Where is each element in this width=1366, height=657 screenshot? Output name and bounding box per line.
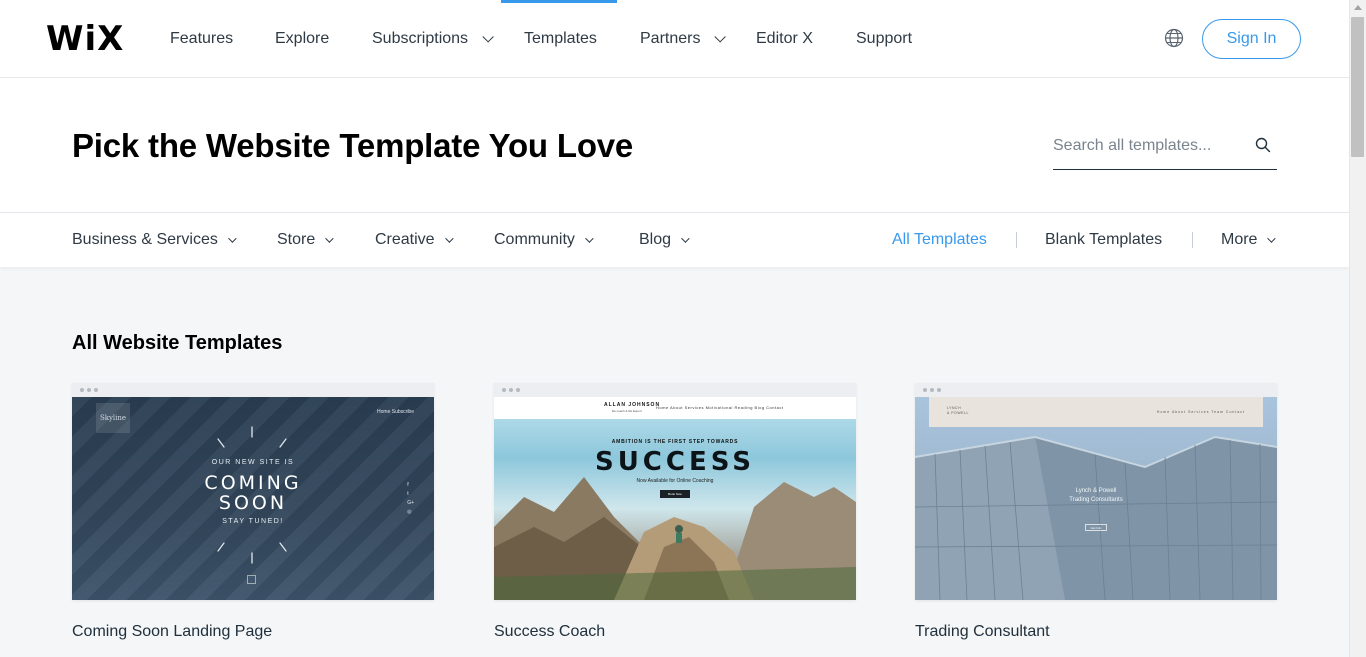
thumbnail-button: Get Info <box>1085 524 1107 531</box>
nav-editor-x-label: Editor X <box>756 30 813 47</box>
thumbnail-header: ALLAN JOHNSON life coach & life Expert H… <box>494 397 856 419</box>
nav-templates[interactable]: Templates <box>524 0 597 78</box>
chevron-down-icon <box>482 31 494 43</box>
thumbnail-headline: COMING <box>204 472 302 494</box>
template-card-trading-consultant[interactable]: LYNCH & POWELL Home About Services Team … <box>915 383 1277 600</box>
search-box <box>1053 132 1277 170</box>
thumbnail-nav: Home Subscribe <box>377 409 414 415</box>
page-title: Pick the Website Template You Love <box>72 127 634 164</box>
thumbnail-header: LYNCH & POWELL Home About Services Team … <box>929 397 1263 427</box>
browser-chrome <box>494 383 856 397</box>
nav-support[interactable]: Support <box>856 0 912 78</box>
template-title[interactable]: Coming Soon Landing Page <box>72 623 272 641</box>
category-label: Business & Services <box>72 231 218 248</box>
chevron-down-icon <box>228 234 237 243</box>
chevron-down-icon <box>714 31 727 43</box>
thumbnail-button: Book Now <box>660 490 690 498</box>
nav-subscriptions-label: Subscriptions <box>372 30 469 47</box>
filter-divider <box>1192 232 1193 248</box>
sign-in-button[interactable]: Sign In <box>1202 19 1301 59</box>
template-thumbnail[interactable]: LYNCH & POWELL Home About Services Team … <box>915 397 1277 600</box>
category-bar: Business & Services Store Creative Commu… <box>0 213 1349 267</box>
thumbnail-text: STAY TUNED! <box>222 518 284 525</box>
template-thumbnail[interactable]: ALLAN JOHNSON life coach & life Expert H… <box>494 397 856 600</box>
nav-templates-label: Templates <box>524 30 597 47</box>
thumbnail-brand: LYNCH & POWELL <box>947 406 969 415</box>
thumbnail-caption: Lynch & Powell Trading Consultants <box>1060 487 1132 505</box>
browser-chrome <box>915 383 1277 397</box>
template-card-coming-soon[interactable]: Skyline Home Subscribe OUR NEW SITE IS C… <box>72 383 434 600</box>
thumbnail-headline: SOON <box>218 492 288 514</box>
nav-partners-label: Partners <box>640 30 701 47</box>
thumbnail-nav: Home About Services Motivational Reading… <box>656 405 784 410</box>
filter-label: Blank Templates <box>1045 231 1163 248</box>
nav-features-label: Features <box>170 30 234 47</box>
category-label: Blog <box>639 231 672 248</box>
section-title: All Website Templates <box>72 332 283 354</box>
filter-blank-templates[interactable]: Blank Templates <box>1045 213 1162 267</box>
browser-chrome <box>72 383 434 397</box>
filter-label: More <box>1221 231 1258 248</box>
thumbnail-logo: Skyline <box>96 403 130 433</box>
hero-header: Pick the Website Template You Love <box>0 78 1349 213</box>
thumbnail-caption-line: Trading Consultants <box>1069 497 1123 503</box>
nav-editor-x[interactable]: Editor X <box>756 0 813 78</box>
thumbnail-text: AMBITION IS THE FIRST STEP TOWARDS <box>611 439 739 445</box>
category-business-services[interactable]: Business & Services <box>72 213 237 267</box>
template-card-success-coach[interactable]: ALLAN JOHNSON life coach & life Expert H… <box>494 383 856 600</box>
template-thumbnail[interactable]: Skyline Home Subscribe OUR NEW SITE IS C… <box>72 397 434 600</box>
nav-active-indicator <box>501 0 617 3</box>
nav-features[interactable]: Features <box>170 0 233 78</box>
chevron-down-icon <box>325 234 334 243</box>
category-blog[interactable]: Blog <box>639 213 690 267</box>
top-navigation: WiX Features Explore Subscriptions Templ… <box>0 0 1349 78</box>
filter-more[interactable]: More <box>1221 213 1277 267</box>
chevron-down-icon <box>585 234 594 243</box>
chevron-down-icon <box>1267 234 1277 243</box>
thumbnail-nav: Home About Services Team Contact <box>1156 410 1245 414</box>
template-title[interactable]: Success Coach <box>494 623 605 641</box>
thumbnail-caption-line: Lynch & Powell <box>1075 488 1117 494</box>
category-community[interactable]: Community <box>494 213 594 267</box>
search-input[interactable] <box>1053 132 1249 160</box>
globe-icon[interactable] <box>1164 28 1184 48</box>
thumbnail-brand: ALLAN JOHNSON <box>604 402 661 408</box>
category-label: Store <box>277 231 316 248</box>
category-creative[interactable]: Creative <box>375 213 454 267</box>
category-label: Community <box>494 231 575 248</box>
nav-subscriptions[interactable]: Subscriptions <box>372 0 494 78</box>
thumbnail-social-icons: f t G+ ◎ <box>407 482 414 515</box>
thumbnail-text: OUR NEW SITE IS <box>211 459 295 466</box>
search-icon[interactable] <box>1255 137 1271 153</box>
thumbnail-headline: SUCCESS <box>594 447 756 477</box>
chevron-down-icon <box>681 234 690 243</box>
thumbnail-text: Now Available for Online Coaching <box>636 478 714 484</box>
thumbnail-play-icon <box>247 575 256 584</box>
scroll-up-arrow-icon[interactable] <box>1354 5 1362 10</box>
filter-label: All Templates <box>892 231 987 248</box>
category-store[interactable]: Store <box>277 213 334 267</box>
wix-logo[interactable]: WiX <box>46 22 124 56</box>
nav-explore-label: Explore <box>275 30 330 47</box>
template-title[interactable]: Trading Consultant <box>915 623 1050 641</box>
nav-partners[interactable]: Partners <box>640 0 727 78</box>
filter-all-templates[interactable]: All Templates <box>892 213 987 267</box>
category-label: Creative <box>375 231 435 248</box>
thumbnail-subtitle: life coach & life Expert <box>612 409 642 413</box>
scrollbar-thumb[interactable] <box>1351 17 1364 157</box>
filter-divider <box>1016 232 1017 248</box>
nav-explore[interactable]: Explore <box>275 0 329 78</box>
chevron-down-icon <box>444 234 454 243</box>
nav-support-label: Support <box>856 30 913 47</box>
